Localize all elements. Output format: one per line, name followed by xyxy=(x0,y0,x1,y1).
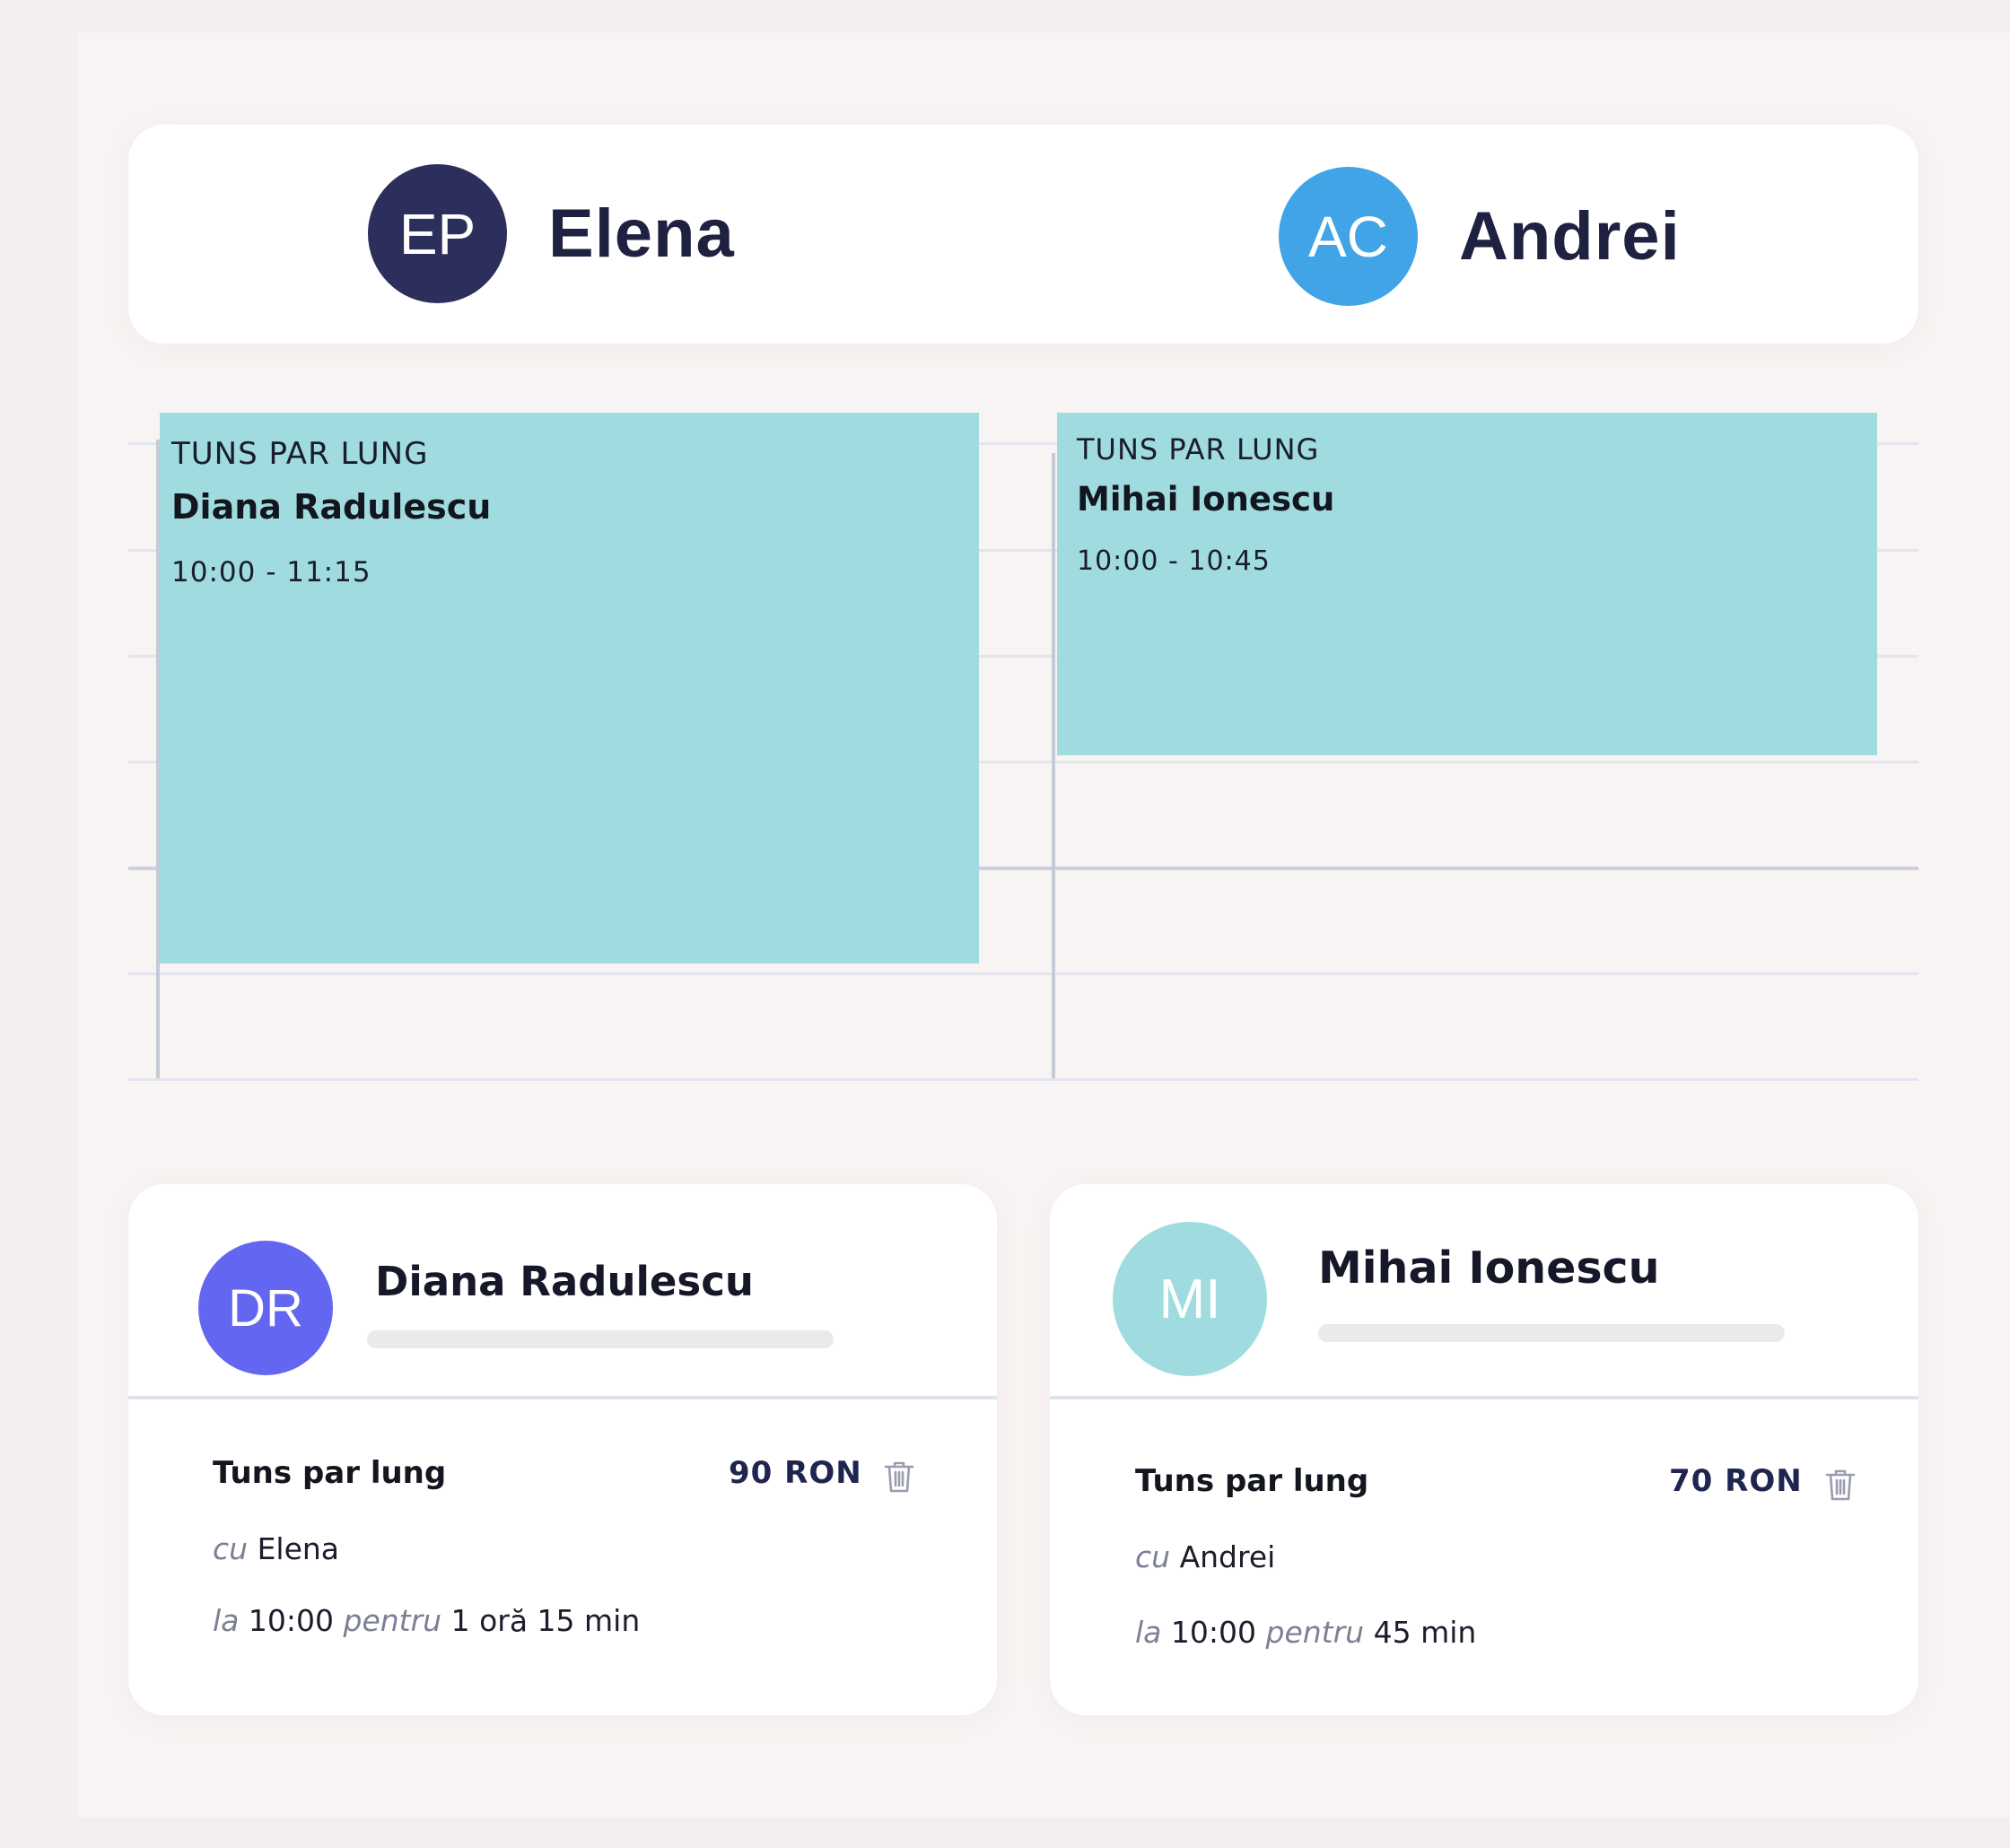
avatar: EP xyxy=(368,164,507,303)
with-label: cu xyxy=(213,1531,249,1566)
avatar: MI xyxy=(1113,1222,1267,1376)
booking-card-header: DR Diana Radulescu xyxy=(128,1184,997,1399)
booking-card[interactable]: MI Mihai Ionescu Tuns par lung 70 RON cu… xyxy=(1050,1184,1918,1715)
booking-staff: Elena xyxy=(257,1531,340,1566)
staff-column-elena[interactable]: EP Elena xyxy=(368,164,735,303)
for-label: pentru xyxy=(343,1603,442,1638)
booking-time: 10:00 xyxy=(248,1603,334,1638)
appointment-client: Diana Radulescu xyxy=(171,487,492,527)
booking-time-line: la 10:00 pentru 45 min xyxy=(1135,1615,1476,1650)
booking-duration: 45 min xyxy=(1373,1615,1477,1650)
booking-duration: 1 oră 15 min xyxy=(450,1603,641,1638)
client-name: Mihai Ionescu xyxy=(1318,1242,1660,1294)
trash-icon[interactable] xyxy=(1825,1468,1856,1502)
staff-name: Elena xyxy=(548,196,735,272)
appointment-service: TUNS PAR LUNG xyxy=(1077,432,1320,466)
appointment-block[interactable]: TUNS PAR LUNG Diana Radulescu 10:00 - 11… xyxy=(160,413,979,963)
booking-staff-line: cu Elena xyxy=(213,1531,339,1566)
service-name: Tuns par lung xyxy=(213,1455,447,1491)
staff-name: Andrei xyxy=(1459,198,1681,275)
appointment-client: Mihai Ionescu xyxy=(1077,480,1335,519)
appointment-time: 10:00 - 11:15 xyxy=(171,556,371,588)
appointment-time: 10:00 - 10:45 xyxy=(1077,545,1271,577)
grid-line xyxy=(128,1078,1918,1081)
at-label: la xyxy=(1135,1615,1162,1650)
trash-icon[interactable] xyxy=(884,1460,914,1494)
appointment-block[interactable]: TUNS PAR LUNG Mihai Ionescu 10:00 - 10:4… xyxy=(1057,413,1877,755)
booking-time: 10:00 xyxy=(1170,1615,1256,1650)
booking-staff-line: cu Andrei xyxy=(1135,1539,1275,1574)
staff-header: EP Elena AC Andrei xyxy=(128,125,1918,344)
appointment-service: TUNS PAR LUNG xyxy=(171,436,429,472)
placeholder-bar xyxy=(367,1330,834,1348)
for-label: pentru xyxy=(1265,1615,1365,1650)
at-label: la xyxy=(213,1603,240,1638)
booking-staff: Andrei xyxy=(1179,1539,1276,1574)
booking-card-header: MI Mihai Ionescu xyxy=(1050,1184,1918,1399)
placeholder-bar xyxy=(1318,1324,1785,1342)
service-name: Tuns par lung xyxy=(1135,1463,1369,1499)
booking-time-line: la 10:00 pentru 1 oră 15 min xyxy=(213,1603,640,1638)
service-price: 90 RON xyxy=(729,1455,862,1491)
avatar: DR xyxy=(198,1241,333,1375)
booking-card[interactable]: DR Diana Radulescu Tuns par lung 90 RON … xyxy=(128,1184,997,1715)
with-label: cu xyxy=(1135,1539,1171,1574)
avatar: AC xyxy=(1279,167,1418,306)
grid-line xyxy=(128,972,1918,975)
service-price: 70 RON xyxy=(1669,1463,1803,1499)
column-divider xyxy=(1052,453,1055,1078)
client-name: Diana Radulescu xyxy=(375,1258,754,1305)
staff-column-andrei[interactable]: AC Andrei xyxy=(1279,167,1681,306)
